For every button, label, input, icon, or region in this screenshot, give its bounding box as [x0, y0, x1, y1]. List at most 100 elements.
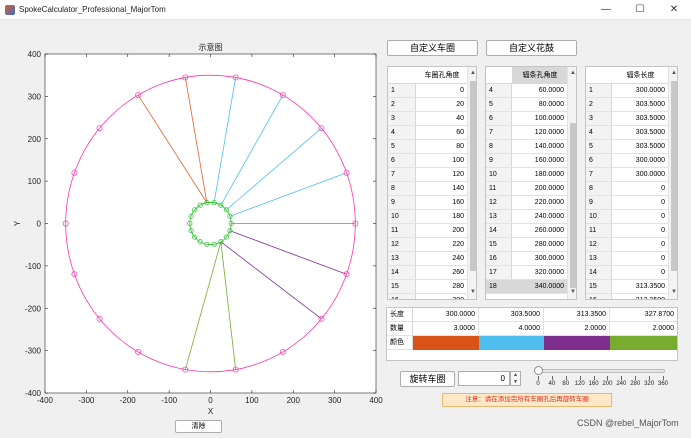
table-row[interactable]: 80	[586, 182, 668, 196]
table-cell[interactable]: 0	[612, 182, 668, 195]
table-row[interactable]: 6 300.0000	[586, 154, 668, 168]
table-cell[interactable]: 260.0000	[512, 224, 567, 237]
table-cell[interactable]: 100	[416, 154, 467, 167]
table-cell[interactable]: 60.0000	[512, 84, 567, 97]
table-cell[interactable]: 140.0000	[512, 140, 567, 153]
table-cell[interactable]: 313.3500	[612, 294, 668, 299]
spoke-length-column-header[interactable]: 辐条长度	[612, 67, 669, 84]
table-cell[interactable]: 0	[612, 252, 668, 265]
table-row[interactable]: 6 100.0000	[486, 112, 567, 126]
table-row[interactable]: 90	[586, 196, 668, 210]
table-cell[interactable]: 0	[416, 84, 467, 97]
scroll-down-icon[interactable]: ▼	[468, 288, 476, 297]
table-row[interactable]: 10 180	[388, 210, 467, 224]
table-row[interactable]: 13 240.0000	[486, 210, 567, 224]
table-cell[interactable]: 303.5000	[612, 112, 668, 125]
custom-hub-button[interactable]: 自定义花鼓	[486, 40, 577, 56]
table-cell[interactable]: 200	[416, 224, 467, 237]
table-row[interactable]: 16300	[388, 294, 467, 299]
table-cell[interactable]: 220	[416, 238, 467, 251]
table-cell[interactable]: 60	[416, 126, 467, 139]
table-row[interactable]: 12 220	[388, 238, 467, 252]
table-cell[interactable]: 80.0000	[512, 98, 567, 111]
rotate-angle-stepper[interactable]: ▲ ▼	[510, 371, 521, 386]
table-row[interactable]: 11 200.0000	[486, 182, 567, 196]
table-cell[interactable]: 200.0000	[512, 182, 567, 195]
table-cell[interactable]: 80	[416, 140, 467, 153]
hub-angle-column-header[interactable]: 辐条孔角度	[512, 67, 568, 84]
table-row[interactable]: 16 300.0000	[486, 252, 567, 266]
rotate-angle-input[interactable]: 0	[458, 371, 510, 386]
table-row[interactable]: 14 0	[586, 266, 668, 280]
rotate-slider-track[interactable]	[535, 369, 665, 373]
table-row[interactable]: 9 160	[388, 196, 467, 210]
table-cell[interactable]: 40	[416, 112, 467, 125]
table-cell[interactable]: 0	[612, 210, 668, 223]
rim-angle-table[interactable]: 车圈孔角度 ▲ ▼ 1 0 2 20 3 40 4 60 5 80 6 100 7 120 8 140 9 160…	[387, 66, 477, 300]
table-row[interactable]: 8 140	[388, 182, 467, 196]
scroll-up-icon[interactable]: ▲	[568, 69, 576, 78]
table-row[interactable]: 10 0	[586, 210, 668, 224]
table-cell[interactable]: 320.0000	[512, 266, 567, 279]
table-cell[interactable]: 313.3500	[612, 280, 668, 293]
scroll-thumb[interactable]	[671, 81, 677, 271]
table-row[interactable]: 9 160.0000	[486, 154, 567, 168]
table-cell[interactable]: 140	[416, 182, 467, 195]
table-cell[interactable]: 20	[416, 98, 467, 111]
table-row[interactable]: 4 60	[388, 126, 467, 140]
table-row[interactable]: 7 120	[388, 168, 467, 182]
table-cell[interactable]: 300.0000	[612, 168, 668, 181]
table-row[interactable]: 2 20	[388, 98, 467, 112]
scroll-thumb[interactable]	[470, 81, 476, 271]
table-row[interactable]: 5 303.5000	[586, 140, 668, 154]
scroll-up-icon[interactable]: ▲	[468, 69, 476, 78]
table-cell[interactable]: 303.5000	[612, 140, 668, 153]
length-table-scrollbar[interactable]: ▲ ▼	[668, 67, 677, 299]
table-cell[interactable]: 160.0000	[512, 154, 567, 167]
scroll-down-icon[interactable]: ▼	[568, 288, 576, 297]
table-cell[interactable]: 0	[612, 224, 668, 237]
table-row[interactable]: 5 80.0000	[486, 98, 567, 112]
spoke-length-table[interactable]: 辐条长度 ▲ ▼ 1 300.0000 2 303.5000 3 303.5000 4 303…	[585, 66, 678, 300]
stepper-up-icon[interactable]: ▲	[511, 372, 520, 378]
hub-angle-table[interactable]: 辐条孔角度 ▲ ▼ 4 60.0000 5 80.0000 6 100.0000 7 120.…	[485, 66, 577, 300]
table-row[interactable]: 10	[388, 84, 467, 98]
table-cell[interactable]: 303.5000	[612, 126, 668, 139]
table-row[interactable]: 15 313.3500	[586, 280, 668, 294]
table-row[interactable]: 11 0	[586, 224, 668, 238]
table-row[interactable]: 16313.3500	[586, 294, 668, 299]
minimize-button[interactable]: —	[589, 0, 623, 20]
table-cell[interactable]: 100.0000	[512, 112, 567, 125]
table-row[interactable]: 4 60.0000	[486, 84, 567, 98]
table-row[interactable]: 7 300.0000	[586, 168, 668, 182]
table-cell[interactable]: 160	[416, 196, 467, 209]
table-row[interactable]: 13 0	[586, 252, 668, 266]
scroll-up-icon[interactable]: ▲	[669, 69, 677, 78]
table-cell[interactable]: 0	[612, 238, 668, 251]
table-row[interactable]: 13 240	[388, 252, 467, 266]
table-row[interactable]: 8 140.0000	[486, 140, 567, 154]
table-row[interactable]: 10 180.0000	[486, 168, 567, 182]
table-cell[interactable]: 180	[416, 210, 467, 223]
rim-table-scrollbar[interactable]: ▲ ▼	[467, 67, 476, 299]
table-row[interactable]: 12 0	[586, 238, 668, 252]
table-cell[interactable]: 280.0000	[512, 238, 567, 251]
table-cell[interactable]: 260	[416, 266, 467, 279]
table-row[interactable]: 6 100	[388, 154, 467, 168]
table-row[interactable]: 18 340.0000	[486, 280, 567, 294]
rotate-rim-button[interactable]: 旋转车圈	[400, 371, 455, 387]
table-row[interactable]: 4 303.5000	[586, 126, 668, 140]
table-cell[interactable]: 340.0000	[512, 280, 567, 293]
clear-button[interactable]: 清除	[175, 420, 222, 433]
table-row[interactable]: 14 260.0000	[486, 224, 567, 238]
table-cell[interactable]: 300.0000	[612, 84, 668, 97]
table-row[interactable]: 3 303.5000	[586, 112, 668, 126]
table-row[interactable]: 2 303.5000	[586, 98, 668, 112]
table-row[interactable]: 15 280	[388, 280, 467, 294]
custom-rim-button[interactable]: 自定义车圈	[387, 40, 478, 56]
close-button[interactable]: ✕	[657, 0, 691, 20]
table-cell[interactable]: 120	[416, 168, 467, 181]
table-cell[interactable]: 300	[416, 294, 467, 299]
table-row[interactable]: 12 220.0000	[486, 196, 567, 210]
rotate-slider-thumb[interactable]	[534, 366, 543, 375]
